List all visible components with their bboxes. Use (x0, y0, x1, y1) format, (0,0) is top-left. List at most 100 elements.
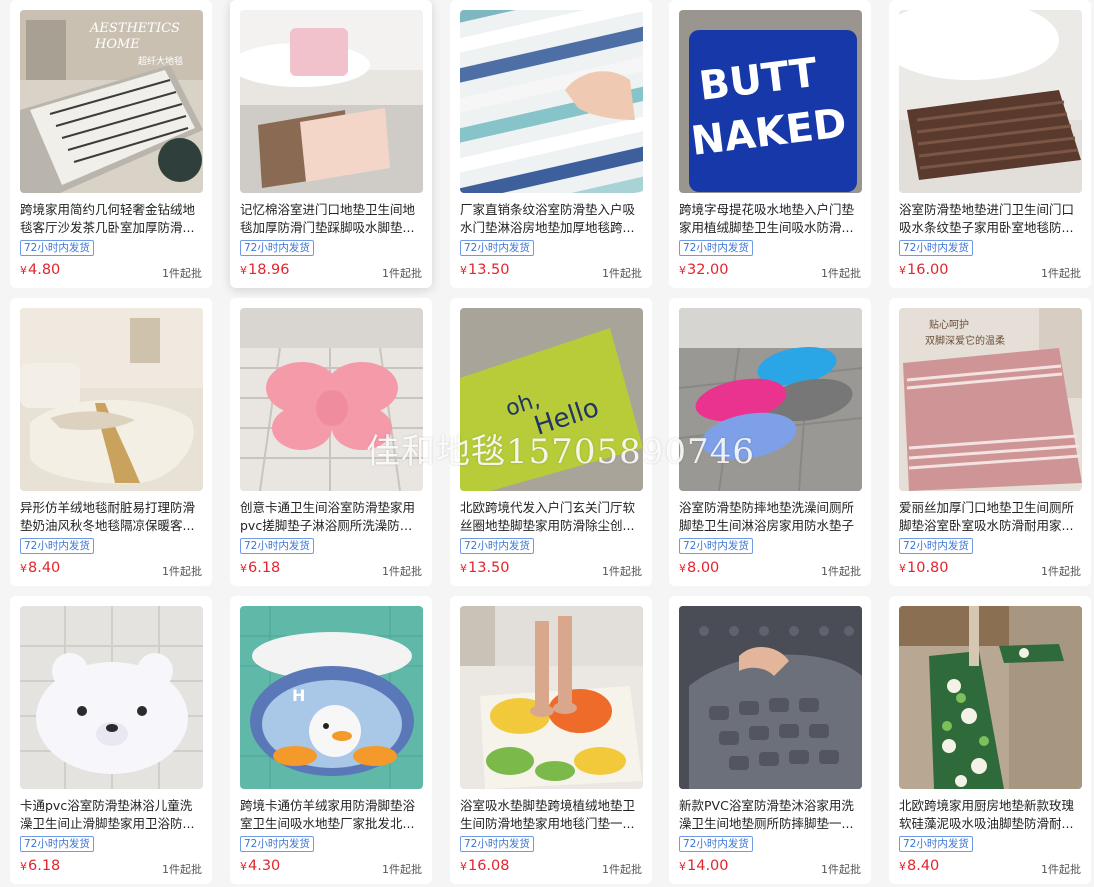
product-title[interactable]: 创意卡通卫生间浴室防滑垫家用pvc搓脚垫子淋浴厕所洗澡防摔... (240, 499, 424, 535)
product-card[interactable]: 贴心呵护 双脚深爱它的温柔 爱丽丝加厚门口地垫卫生间厕所脚垫浴室卧室吸水防滑耐用… (889, 298, 1091, 586)
product-grid: AESTHETICS HOME 超纤大地毯 跨境家用简约几何轻奢金钻绒地毯客厅沙… (0, 0, 1094, 887)
product-price: ¥18.96 (240, 262, 290, 278)
product-price: ¥8.00 (679, 560, 719, 576)
price-value: 6.18 (248, 560, 281, 576)
product-image[interactable] (899, 10, 1082, 193)
currency-symbol: ¥ (240, 264, 247, 277)
image-text: AESTHETICS (89, 21, 180, 36)
product-title[interactable]: 浴室吸水垫脚垫跨境植绒地垫卫生间防滑地垫家用地毯门垫一... (460, 797, 644, 833)
product-title[interactable]: 跨境卡通仿羊绒家用防滑脚垫浴室卫生间吸水地垫厂家批发北... (240, 797, 424, 833)
product-image[interactable]: oh, Hello (460, 308, 643, 491)
product-price: ¥6.18 (240, 560, 280, 576)
product-image[interactable]: BUTT NAKED (679, 10, 862, 193)
currency-symbol: ¥ (240, 562, 247, 575)
product-image[interactable] (899, 606, 1082, 789)
product-title[interactable]: 卡通pvc浴室防滑垫淋浴儿童洗澡卫生间止滑脚垫家用卫浴防... (20, 797, 204, 833)
shipping-badge: 72小时内发货 (679, 538, 753, 554)
shipping-badge: 72小时内发货 (240, 538, 314, 554)
product-image[interactable] (679, 606, 862, 789)
currency-symbol: ¥ (899, 860, 906, 873)
product-card[interactable]: 浴室防滑垫防摔地垫洗澡间厕所脚垫卫生间淋浴房家用防水垫子 72小时内发货 ¥8.… (669, 298, 871, 586)
price-value: 18.96 (248, 262, 290, 278)
product-price: ¥13.50 (460, 262, 510, 278)
product-title[interactable]: 厂家直销条纹浴室防滑垫入户吸水门垫淋浴房地垫加厚地毯跨... (460, 201, 644, 237)
currency-symbol: ¥ (460, 562, 467, 575)
product-title[interactable]: 新款PVC浴室防滑垫沐浴家用洗澡卫生间地垫厕所防摔脚垫一... (679, 797, 863, 833)
product-image[interactable] (240, 10, 423, 193)
product-title[interactable]: 北欧跨境家用厨房地垫新款玫瑰软硅藻泥吸水吸油脚垫防滑耐... (899, 797, 1083, 833)
product-price: ¥6.18 (20, 858, 60, 874)
min-order: 1件起批 (1041, 565, 1081, 578)
product-title[interactable]: 跨境家用简约几何轻奢金钻绒地毯客厅沙发茶几卧室加厚防滑... (20, 201, 204, 237)
min-order: 1件起批 (382, 863, 422, 876)
currency-symbol: ¥ (20, 562, 27, 575)
product-price: ¥8.40 (899, 858, 939, 874)
shipping-badge: 72小时内发货 (240, 836, 314, 852)
currency-symbol: ¥ (899, 562, 906, 575)
product-card[interactable]: BUTT NAKED 跨境字母提花吸水地垫入户门垫家用植绒脚垫卫生间吸水防滑..… (669, 0, 871, 288)
product-image[interactable] (460, 606, 643, 789)
min-order: 1件起批 (1041, 863, 1081, 876)
price-value: 14.00 (687, 858, 729, 874)
product-card[interactable]: oh, Hello 北欧跨境代发入户门玄关门厅软丝圈地垫脚垫家用防滑除尘创...… (450, 298, 652, 586)
product-card[interactable]: 创意卡通卫生间浴室防滑垫家用pvc搓脚垫子淋浴厕所洗澡防摔... 72小时内发货… (230, 298, 432, 586)
min-order: 1件起批 (162, 267, 202, 280)
currency-symbol: ¥ (679, 264, 686, 277)
image-text: HOME (94, 37, 140, 52)
currency-symbol: ¥ (899, 264, 906, 277)
product-card[interactable]: AESTHETICS HOME 超纤大地毯 跨境家用简约几何轻奢金钻绒地毯客厅沙… (10, 0, 212, 288)
product-card[interactable]: 浴室吸水垫脚垫跨境植绒地垫卫生间防滑地垫家用地毯门垫一... 72小时内发货 ¥… (450, 596, 652, 884)
price-value: 8.40 (28, 560, 61, 576)
price-value: 32.00 (687, 262, 729, 278)
price-value: 13.50 (468, 262, 510, 278)
product-image[interactable]: AESTHETICS HOME 超纤大地毯 (20, 10, 203, 193)
product-title[interactable]: 浴室防滑垫防摔地垫洗澡间厕所脚垫卫生间淋浴房家用防水垫子 (679, 499, 863, 535)
product-card[interactable]: 北欧跨境家用厨房地垫新款玫瑰软硅藻泥吸水吸油脚垫防滑耐... 72小时内发货 ¥… (889, 596, 1091, 884)
price-value: 4.80 (28, 262, 61, 278)
shipping-badge: 72小时内发货 (460, 836, 534, 852)
shipping-badge: 72小时内发货 (20, 240, 94, 256)
currency-symbol: ¥ (679, 860, 686, 873)
product-image[interactable]: 贴心呵护 双脚深爱它的温柔 (899, 308, 1082, 491)
product-title[interactable]: 跨境字母提花吸水地垫入户门垫家用植绒脚垫卫生间吸水防滑... (679, 201, 863, 237)
product-card[interactable]: 记忆棉浴室进门口地垫卫生间地毯加厚防滑门垫踩脚吸水脚垫... 72小时内发货 ¥… (230, 0, 432, 288)
product-image[interactable] (20, 606, 203, 789)
min-order: 1件起批 (602, 565, 642, 578)
product-image[interactable] (20, 308, 203, 491)
product-card[interactable]: 新款PVC浴室防滑垫沐浴家用洗澡卫生间地垫厕所防摔脚垫一... 72小时内发货 … (669, 596, 871, 884)
min-order: 1件起批 (602, 267, 642, 280)
image-text: 贴心呵护 (929, 318, 969, 331)
min-order: 1件起批 (382, 565, 422, 578)
min-order: 1件起批 (162, 565, 202, 578)
product-card[interactable]: 卡通pvc浴室防滑垫淋浴儿童洗澡卫生间止滑脚垫家用卫浴防... 72小时内发货 … (10, 596, 212, 884)
product-card[interactable]: 浴室防滑垫地垫进门卫生间门口吸水条纹垫子家用卧室地毯防... 72小时内发货 ¥… (889, 0, 1091, 288)
product-image[interactable] (240, 308, 423, 491)
product-image[interactable] (679, 308, 862, 491)
product-title[interactable]: 记忆棉浴室进门口地垫卫生间地毯加厚防滑门垫踩脚吸水脚垫... (240, 201, 424, 237)
currency-symbol: ¥ (240, 860, 247, 873)
product-image[interactable] (460, 10, 643, 193)
shipping-badge: 72小时内发货 (460, 538, 534, 554)
price-value: 8.40 (907, 858, 940, 874)
price-value: 6.18 (28, 858, 61, 874)
product-card[interactable]: H 跨境卡通仿羊绒家用防滑脚垫浴室卫生间吸水地垫厂家批发北... 72小时内发货… (230, 596, 432, 884)
product-title[interactable]: 浴室防滑垫地垫进门卫生间门口吸水条纹垫子家用卧室地毯防... (899, 201, 1083, 237)
currency-symbol: ¥ (20, 860, 27, 873)
product-price: ¥8.40 (20, 560, 60, 576)
min-order: 1件起批 (821, 863, 861, 876)
product-price: ¥4.30 (240, 858, 280, 874)
product-title[interactable]: 爱丽丝加厚门口地垫卫生间厕所脚垫浴室卧室吸水防滑耐用家... (899, 499, 1083, 535)
shipping-badge: 72小时内发货 (679, 836, 753, 852)
product-title[interactable]: 北欧跨境代发入户门玄关门厅软丝圈地垫脚垫家用防滑除尘创... (460, 499, 644, 535)
price-value: 4.30 (248, 858, 281, 874)
product-title[interactable]: 异形仿羊绒地毯耐脏易打理防滑垫奶油风秋冬地毯隔凉保暖客... (20, 499, 204, 535)
product-card[interactable]: 异形仿羊绒地毯耐脏易打理防滑垫奶油风秋冬地毯隔凉保暖客... 72小时内发货 ¥… (10, 298, 212, 586)
min-order: 1件起批 (821, 565, 861, 578)
shipping-badge: 72小时内发货 (899, 538, 973, 554)
image-text: 双脚深爱它的温柔 (925, 334, 1005, 347)
min-order: 1件起批 (821, 267, 861, 280)
product-card[interactable]: 厂家直销条纹浴室防滑垫入户吸水门垫淋浴房地垫加厚地毯跨... 72小时内发货 ¥… (450, 0, 652, 288)
product-image[interactable]: H (240, 606, 423, 789)
shipping-badge: 72小时内发货 (899, 836, 973, 852)
min-order: 1件起批 (162, 863, 202, 876)
